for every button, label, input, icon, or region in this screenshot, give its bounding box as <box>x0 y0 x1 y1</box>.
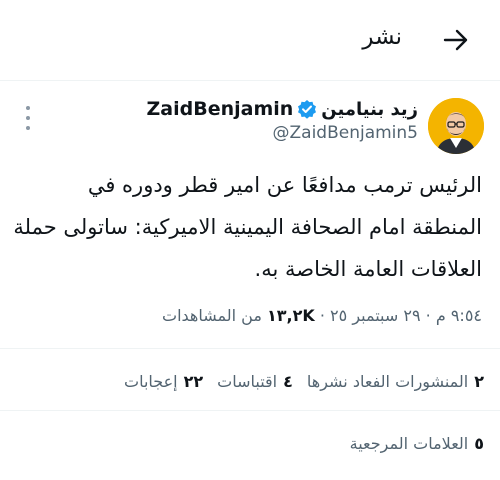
avatar[interactable] <box>428 98 484 154</box>
author-name-row[interactable]: زيد بنيامين ZaidBenjamin <box>147 98 418 120</box>
quotes-label: اقتباسات <box>217 372 278 391</box>
more-options-button[interactable] <box>18 106 38 130</box>
arrow-right-icon <box>443 29 468 51</box>
more-dot-icon <box>26 126 30 130</box>
header-divider <box>0 80 500 81</box>
meta-separator: · <box>420 306 431 325</box>
author-name-arabic[interactable]: زيد بنيامين <box>321 99 418 120</box>
likes-stat[interactable]: ٢٢ إعجابات <box>124 372 203 391</box>
top-bar: نشر <box>0 0 500 80</box>
views-label: من المشاهدات <box>162 306 262 325</box>
stats-bottom-divider <box>0 410 500 411</box>
stats-top-divider <box>0 348 500 349</box>
author-name-english[interactable]: ZaidBenjamin <box>147 98 294 120</box>
bookmarks-label: العلامات المرجعية <box>349 434 469 453</box>
tweet-date[interactable]: ٢٩ سبتمبر ٢٥ <box>330 306 421 325</box>
verified-badge-icon <box>297 99 317 119</box>
reposts-stat[interactable]: ٢ المنشورات الفعاد نشرها <box>307 372 484 391</box>
tweet-meta: ٩:٥٤ م · ٢٩ سبتمبر ٢٥ · ١٣,٢K من المشاهد… <box>162 306 482 325</box>
quotes-count: ٤ <box>283 372 293 391</box>
likes-label: إعجابات <box>124 372 178 391</box>
tweet-text: الرئيس ترمب مدافعًا عن امير قطر ودوره في… <box>13 173 482 281</box>
engagement-stats: ٢ المنشورات الفعاد نشرها ٤ اقتباسات ٢٢ إعجا… <box>124 372 484 391</box>
views-count: ١٣,٢K <box>267 306 315 325</box>
tweet-time[interactable]: ٩:٥٤ م <box>436 306 482 325</box>
reposts-label: المنشورات الفعاد نشرها <box>306 372 469 391</box>
bookmarks-stat[interactable]: ٥ العلامات المرجعية <box>350 434 484 453</box>
quotes-stat[interactable]: ٤ اقتباسات <box>217 372 293 391</box>
back-button[interactable] <box>438 22 474 58</box>
reposts-count: ٢ <box>474 372 484 391</box>
more-dot-icon <box>26 116 30 120</box>
likes-count: ٢٢ <box>183 372 204 391</box>
bookmarks-count: ٥ <box>474 434 484 453</box>
meta-separator: · <box>314 306 325 325</box>
avatar-illustration <box>428 98 484 154</box>
page-title: نشر <box>362 24 402 50</box>
author-handle[interactable]: @ZaidBenjamin5 <box>273 123 419 143</box>
more-dot-icon <box>26 106 30 110</box>
